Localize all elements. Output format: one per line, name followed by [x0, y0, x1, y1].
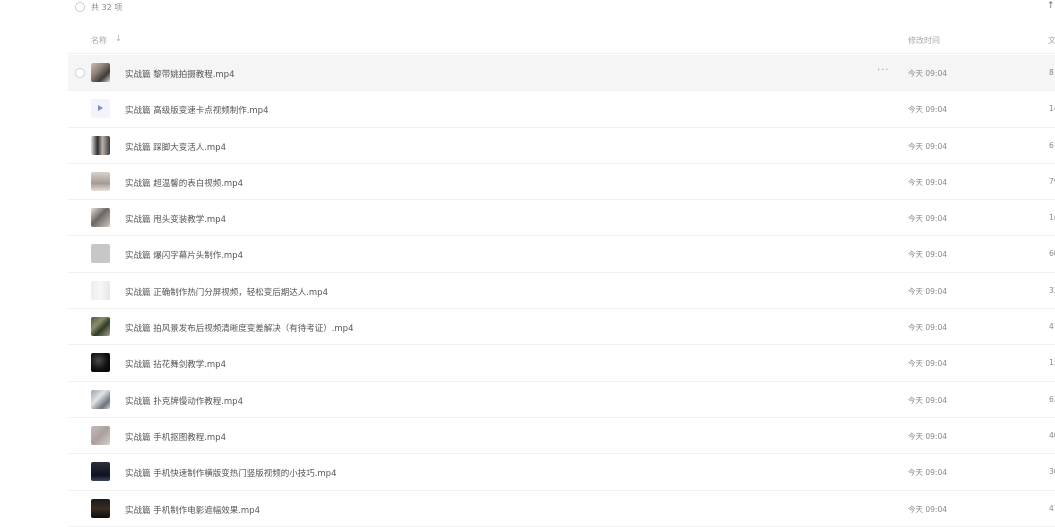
file-size: 8 [1049, 68, 1054, 77]
item-count: 共 32 项 [91, 3, 123, 12]
file-modified-time: 今天 09:04 [908, 431, 947, 441]
more-options-icon[interactable]: ··· [877, 65, 890, 76]
column-modified-time[interactable]: 修改时间 [908, 35, 940, 46]
video-thumbnail [91, 208, 110, 228]
file-size: 30 [1049, 467, 1055, 477]
select-all-checkbox[interactable] [75, 2, 85, 12]
file-row[interactable]: 实战篇 黎带姚拍摄教程.mp4 ··· 今天 09:04 8 [68, 55, 1055, 92]
file-size: 1: [1049, 358, 1055, 368]
file-modified-time: 今天 09:04 [908, 177, 947, 187]
video-thumbnail [91, 425, 110, 445]
file-modified-time: 今天 09:04 [908, 214, 947, 224]
file-row[interactable]: 实战篇 踩脚大变活人.mp4 今天 09:04 67 [68, 128, 1055, 164]
play-icon [98, 105, 103, 112]
column-header: 名称 ↓ 修改时间 文 [68, 32, 1055, 50]
file-modified-time: 今天 09:04 [908, 395, 947, 405]
video-thumbnail [91, 389, 110, 409]
file-name[interactable]: 实战篇 手机制作电影遮幅效果.mp4 [125, 504, 260, 516]
video-thumbnail [91, 244, 110, 264]
file-modified-time: 今天 09:04 [908, 105, 947, 115]
file-modified-time: 今天 09:04 [908, 69, 947, 78]
video-thumbnail [91, 462, 110, 482]
file-row[interactable]: 实战篇 拈花舞剑教学.mp4 今天 09:04 1: [68, 345, 1055, 382]
file-row[interactable]: 实战篇 手机抠图教程.mp4 今天 09:04 40 [68, 418, 1055, 455]
file-name[interactable]: 实战篇 扑克牌慢动作教程.mp4 [125, 395, 243, 407]
file-modified-time: 今天 09:04 [908, 286, 947, 296]
video-thumbnail [91, 280, 110, 300]
file-row[interactable]: 实战篇 甩头变装教学.mp4 今天 09:04 1( [68, 200, 1055, 237]
header-divider [68, 53, 1055, 54]
file-name[interactable]: 实战篇 拍风景发布后视频清晰度变差解决（有待考证）.mp4 [125, 322, 354, 334]
file-name[interactable]: 实战篇 正确制作热门分屏视频，轻松变后期达人.mp4 [125, 286, 328, 298]
video-thumbnail [91, 171, 110, 191]
file-size: 60 [1049, 249, 1055, 259]
file-size: 67 [1049, 140, 1055, 150]
file-list: 实战篇 黎带姚拍摄教程.mp4 ··· 今天 09:04 8 实战篇 高级版变速卡点视频… [68, 55, 1055, 527]
file-size: 47 [1049, 322, 1055, 332]
file-name[interactable]: 实战篇 甩头变装教学.mp4 [125, 213, 226, 225]
file-modified-time: 今天 09:04 [908, 323, 947, 333]
file-size: 40 [1049, 430, 1055, 440]
file-name[interactable]: 实战篇 高级版变速卡点视频制作.mp4 [125, 104, 269, 116]
file-name[interactable]: 实战篇 踩脚大变活人.mp4 [125, 141, 226, 153]
file-size: 41 [1049, 503, 1055, 513]
video-thumbnail [91, 135, 110, 155]
file-name[interactable]: 实战篇 手机抠图教程.mp4 [125, 431, 226, 443]
file-modified-time: 今天 09:04 [908, 250, 947, 260]
file-row[interactable]: 实战篇 拍风景发布后视频清晰度变差解决（有待考证）.mp4 今天 09:04 47 [68, 309, 1055, 346]
file-size: 14 [1049, 104, 1055, 114]
video-thumbnail [91, 99, 110, 119]
list-toolbar: 共 32 项 ↑N [0, 0, 1055, 18]
file-row[interactable]: 实战篇 手机制作电影遮幅效果.mp4 今天 09:04 41 [68, 491, 1055, 527]
file-row[interactable]: 实战篇 爆闪字幕片头制作.mp4 今天 09:04 60 [68, 236, 1055, 273]
row-checkbox[interactable] [75, 68, 85, 78]
sort-button[interactable]: ↑N [1047, 1, 1055, 11]
file-name[interactable]: 实战篇 超温馨的表白视频.mp4 [125, 177, 243, 189]
file-row[interactable]: 实战篇 正确制作热门分屏视频，轻松变后期达人.mp4 今天 09:04 32 [68, 273, 1055, 310]
file-modified-time: 今天 09:04 [908, 141, 947, 151]
column-name[interactable]: 名称 [91, 35, 107, 46]
file-size: 32 [1049, 285, 1055, 295]
arrow-down-icon[interactable]: ↓ [115, 34, 122, 43]
video-thumbnail [91, 317, 110, 337]
file-size: 1( [1049, 213, 1055, 223]
file-name[interactable]: 实战篇 爆闪字幕片头制作.mp4 [125, 249, 243, 261]
file-modified-time: 今天 09:04 [908, 359, 947, 369]
file-row[interactable]: 实战篇 超温馨的表白视频.mp4 今天 09:04 79 [68, 164, 1055, 201]
file-name[interactable]: 实战篇 手机快速制作横版变热门竖版视频的小技巧.mp4 [125, 467, 337, 479]
video-thumbnail [91, 63, 110, 82]
file-row[interactable]: 实战篇 扑克牌慢动作教程.mp4 今天 09:04 63 [68, 382, 1055, 418]
file-modified-time: 今天 09:04 [908, 504, 947, 514]
file-name[interactable]: 实战篇 黎带姚拍摄教程.mp4 [125, 68, 235, 80]
file-row[interactable]: 实战篇 手机快速制作横版变热门竖版视频的小技巧.mp4 今天 09:04 30 [68, 454, 1055, 491]
file-row[interactable]: 实战篇 高级版变速卡点视频制作.mp4 今天 09:04 14 [68, 91, 1055, 128]
video-thumbnail [91, 353, 110, 373]
file-size: 63 [1049, 394, 1055, 404]
file-modified-time: 今天 09:04 [908, 468, 947, 478]
column-size[interactable]: 文 [1048, 35, 1055, 46]
file-size: 79 [1049, 176, 1055, 186]
file-name[interactable]: 实战篇 拈花舞剑教学.mp4 [125, 358, 226, 370]
video-thumbnail [91, 498, 110, 518]
